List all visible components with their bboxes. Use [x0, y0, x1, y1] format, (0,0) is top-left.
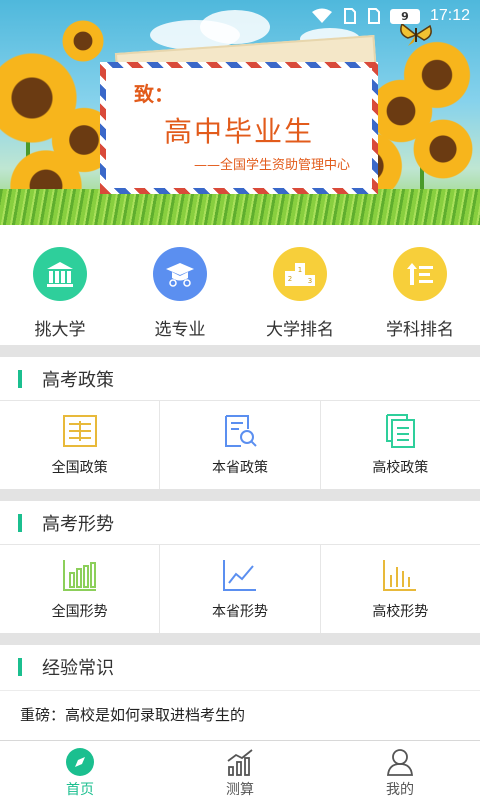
wifi-icon — [311, 8, 332, 23]
section-header-experience: 经验常识 — [0, 645, 480, 689]
svg-text:1: 1 — [298, 266, 302, 274]
quick-nav-choose-university[interactable]: 挑大学 — [0, 225, 120, 345]
section-title: 高考形势 — [42, 513, 114, 535]
bar-chart-icon — [62, 560, 96, 591]
bottom-tab-bar: 首页 测算 我的 — [0, 740, 480, 800]
status-bar: 9 17:12 — [0, 0, 480, 32]
tab-label: 我的 — [386, 782, 414, 798]
tab-profile[interactable]: 我的 — [320, 741, 480, 800]
tab-label: 首页 — [66, 782, 94, 798]
sort-list-icon — [393, 247, 447, 301]
banner-greeting: 致： — [134, 82, 174, 106]
section-divider — [0, 345, 480, 357]
svg-text:2: 2 — [288, 275, 292, 283]
compass-icon — [65, 747, 95, 777]
quick-nav: 挑大学 选专业 1 2 3 大学排名 学科排名 — [0, 225, 480, 345]
section-title: 高考政策 — [42, 369, 114, 391]
documents-copy-icon — [386, 414, 416, 448]
policy-university[interactable]: 高校政策 — [321, 401, 480, 489]
document-search-icon — [224, 415, 257, 447]
banner-letter: 致： 高中毕业生 ——全国学生资助管理中心 — [100, 62, 378, 194]
quick-nav-label: 挑大学 — [34, 320, 86, 340]
section-header-policy: 高考政策 — [0, 357, 480, 401]
section-header-trend: 高考形势 — [0, 501, 480, 545]
section-divider — [0, 489, 480, 501]
quick-nav-university-ranking[interactable]: 1 2 3 大学排名 — [240, 225, 360, 345]
trend-national-label: 全国形势 — [51, 604, 108, 620]
trend-grid: 全国形势 本省形势 高校形势 — [0, 545, 480, 633]
policy-university-label: 高校政策 — [372, 460, 429, 476]
quick-nav-label: 学科排名 — [386, 320, 454, 340]
quick-nav-label: 选专业 — [154, 320, 206, 340]
section-accent-bar — [18, 369, 22, 388]
section-accent-bar — [18, 513, 22, 532]
status-time: 17:12 — [429, 7, 470, 24]
policy-national-label: 全国政策 — [51, 460, 108, 476]
column-chart-icon — [383, 560, 417, 591]
trend-university[interactable]: 高校形势 — [321, 545, 480, 633]
trend-national[interactable]: 全国形势 — [0, 545, 161, 633]
sunflower-decoration — [410, 116, 476, 182]
section-divider — [0, 633, 480, 645]
hero-banner[interactable]: 致： 高中毕业生 ——全国学生资助管理中心 9 17:12 — [0, 0, 480, 225]
stats-icon — [225, 747, 255, 777]
policy-grid: 全国政策 本省政策 高校政策 — [0, 401, 480, 489]
tab-calculate[interactable]: 测算 — [160, 741, 320, 800]
line-chart-icon — [222, 560, 256, 591]
article-link[interactable]: 重磅：高校是如何录取进档考生的 — [0, 690, 480, 738]
tab-home[interactable]: 首页 — [0, 741, 160, 800]
policy-provincial-label: 本省政策 — [211, 460, 268, 476]
sim-card-icon — [367, 8, 380, 24]
quick-nav-choose-major[interactable]: 选专业 — [120, 225, 240, 345]
sim-card-icon — [343, 8, 356, 24]
quick-nav-label: 大学排名 — [266, 320, 334, 340]
policy-provincial[interactable]: 本省政策 — [160, 401, 321, 489]
university-icon — [33, 247, 87, 301]
banner-title: 高中毕业生 — [163, 115, 314, 148]
policy-national[interactable]: 全国政策 — [0, 401, 161, 489]
tab-label: 测算 — [226, 782, 254, 798]
battery-indicator: 9 — [389, 8, 420, 24]
quick-nav-subject-ranking[interactable]: 学科排名 — [360, 225, 480, 345]
trend-provincial-label: 本省形势 — [211, 604, 268, 620]
svg-text:3: 3 — [308, 277, 312, 285]
grass-decoration — [0, 189, 480, 225]
graduation-cap-icon — [153, 247, 207, 301]
podium-icon: 1 2 3 — [273, 247, 327, 301]
trend-provincial[interactable]: 本省形势 — [160, 545, 321, 633]
user-icon — [385, 747, 415, 777]
banner-signature: ——全国学生资助管理中心 — [193, 158, 350, 173]
document-grid-icon — [62, 415, 97, 447]
section-title: 经验常识 — [42, 658, 114, 679]
trend-university-label: 高校形势 — [372, 604, 429, 620]
section-accent-bar — [18, 658, 22, 676]
